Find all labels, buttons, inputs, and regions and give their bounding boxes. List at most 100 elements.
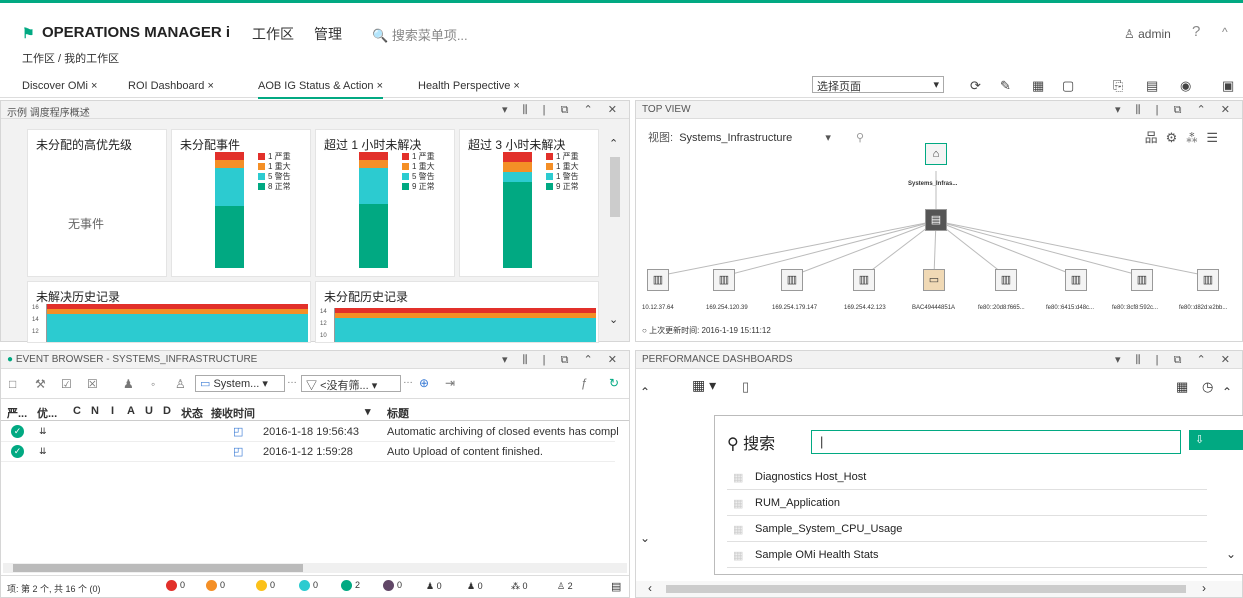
col-priority[interactable]: 优... — [37, 405, 57, 421]
print-icon[interactable]: ▣ — [1222, 78, 1234, 94]
col-received-time[interactable]: 接收时间 — [211, 405, 255, 421]
col-a[interactable]: A — [127, 405, 135, 417]
col-i[interactable]: I — [111, 405, 114, 417]
count-unknown[interactable]: 0 — [383, 580, 402, 592]
col-n[interactable]: N — [91, 405, 99, 417]
scroll-up-icon[interactable]: ⌃ — [609, 137, 618, 150]
function-icon[interactable]: ƒ — [581, 376, 588, 390]
export-icon[interactable]: ▤ — [1146, 78, 1158, 94]
col-c[interactable]: C — [73, 405, 81, 417]
group-icon[interactable]: ◦ — [151, 377, 155, 391]
menu-search[interactable]: 🔍 搜索菜单项... — [372, 25, 468, 44]
count-critical[interactable]: 0 — [166, 580, 185, 592]
scroll-up-icon[interactable]: ⌃ — [640, 385, 650, 399]
count-unassigned[interactable]: ♙ 2 — [557, 581, 573, 592]
count-normal[interactable]: 2 — [341, 580, 360, 592]
refresh-icon[interactable]: ⟳ — [970, 78, 981, 94]
user-filter-icon[interactable]: ♙ — [175, 377, 186, 391]
card-unresolved-1h[interactable]: 超过 1 小时未解决 1 严重 1 重大 5 警告 9 正常 — [315, 129, 455, 277]
tools-icon[interactable]: ⚒ — [35, 377, 46, 391]
tab-aob-ig-status[interactable]: AOB IG Status & Action × — [258, 80, 384, 99]
view-filter-select[interactable]: ▭ System... ▾ — [195, 375, 285, 392]
scroll-down-icon[interactable]: ⌄ — [1226, 547, 1236, 561]
collapse-button[interactable]: ^ — [1222, 25, 1228, 39]
search-icon[interactable]: ⊕ — [419, 376, 429, 390]
card-unassigned-events[interactable]: 未分配事件 1 严重 1 重大 5 警告 8 正常 — [171, 129, 311, 277]
scroll-thumb[interactable] — [610, 157, 620, 217]
help-button[interactable]: ? — [1192, 23, 1200, 40]
page-select[interactable]: 选择页面 ▾ — [812, 76, 944, 93]
nav-admin[interactable]: 管理 — [314, 24, 342, 44]
scrollbar[interactable]: ⌃ ⌄ — [607, 137, 623, 333]
host-node-icon[interactable]: ▥ — [713, 269, 735, 291]
more-button[interactable]: … — [403, 375, 413, 386]
card-unresolved-history[interactable]: 未解决历史记录 16 14 12 — [27, 281, 311, 343]
tab-roi-dashboard[interactable]: ROI Dashboard × — [128, 80, 214, 92]
tab-discover-omi[interactable]: Discover OMi × — [22, 80, 98, 92]
host-node-icon[interactable]: ▥ — [1065, 269, 1087, 291]
list-item[interactable]: ▦ RUM_Application — [727, 490, 1207, 516]
new-document-icon[interactable]: ▯ — [742, 379, 749, 395]
import-button[interactable]: ⇩ — [1189, 430, 1243, 450]
host-node-icon[interactable]: ▥ — [647, 269, 669, 291]
layout-icon[interactable]: ▦ — [1032, 78, 1044, 94]
close-event-icon[interactable]: ☑ — [61, 377, 72, 391]
card-unassigned-history[interactable]: 未分配历史记录 14 12 10 — [315, 281, 599, 343]
count-warning[interactable]: 0 — [299, 580, 318, 592]
details-icon[interactable]: ▤ — [611, 580, 621, 593]
panel-controls[interactable]: ▾ ⫼ | ⧉ ⌃ ✕ — [502, 103, 623, 117]
col-title[interactable]: 标题 — [387, 405, 409, 421]
horizontal-scrollbar[interactable] — [3, 563, 627, 573]
count-major[interactable]: 0 — [206, 580, 225, 592]
scroll-thumb[interactable] — [13, 564, 303, 572]
tab-health-perspective[interactable]: Health Perspective × — [418, 80, 520, 92]
col-state[interactable]: 状态 — [181, 405, 203, 421]
host-node-icon[interactable]: ▥ — [853, 269, 875, 291]
dashboard-grid-icon[interactable]: ▦ ▾ — [692, 377, 716, 394]
more-button[interactable]: … — [287, 375, 297, 386]
share-icon[interactable]: ⎘ — [1113, 78, 1123, 94]
calendar-icon[interactable]: ▦ — [1176, 379, 1188, 395]
count-group[interactable]: ♟ 0 — [467, 581, 483, 592]
user-menu[interactable]: ♙ admin — [1124, 27, 1171, 41]
host-node-icon[interactable]: ▥ — [1131, 269, 1153, 291]
dashboard-search-input[interactable]: | — [811, 430, 1181, 454]
scroll-down-icon[interactable]: ⌄ — [609, 313, 618, 326]
list-item[interactable]: ▦ Sample OMi Health Stats — [727, 542, 1207, 568]
scroll-right-icon[interactable]: › — [1202, 581, 1206, 595]
view-icon[interactable]: ◉ — [1180, 78, 1191, 94]
card-unresolved-3h[interactable]: 超过 3 小时未解决 1 严重 1 重大 1 警告 9 正常 — [459, 129, 599, 277]
server-node-icon[interactable]: ▤ — [925, 209, 947, 231]
root-node-icon[interactable]: ⌂ — [925, 143, 947, 165]
scroll-up-icon[interactable]: ⌃ — [1222, 385, 1232, 399]
assign-icon[interactable]: □ — [9, 377, 16, 391]
scroll-left-icon[interactable]: ‹ — [648, 581, 652, 595]
panel-controls[interactable]: ▾ ⫼ | ⧉ ⌃ ✕ — [1115, 353, 1236, 367]
col-d[interactable]: D — [163, 405, 171, 417]
col-severity[interactable]: 严... — [7, 405, 27, 421]
panel-controls[interactable]: ▾ ⫼ | ⧉ ⌃ ✕ — [502, 353, 623, 367]
list-item[interactable]: ▦ Diagnostics Host_Host — [727, 464, 1207, 490]
clock-icon[interactable]: ◷ — [1202, 379, 1213, 395]
table-row[interactable]: ✓ ⇊ ◰ 2016-1-12 1:59:28 Auto Upload of c… — [1, 442, 615, 462]
col-u[interactable]: U — [145, 405, 153, 417]
host-node-icon[interactable]: ▥ — [995, 269, 1017, 291]
card-unassigned-high[interactable]: 未分配的高优先级 无事件 — [27, 129, 167, 277]
event-filter-select[interactable]: ▽ <没有筛... ▾ — [301, 375, 401, 392]
list-item[interactable]: ▦ Sample_System_CPU_Usage — [727, 516, 1207, 542]
new-page-icon[interactable]: ▢ — [1062, 78, 1074, 94]
host-node-icon[interactable]: ▥ — [1197, 269, 1219, 291]
scroll-down-icon[interactable]: ⌄ — [640, 531, 650, 545]
edit-page-icon[interactable]: ✎ — [1000, 78, 1011, 94]
nav-workspace[interactable]: 工作区 — [252, 24, 294, 44]
host-node-icon[interactable]: ▭ — [923, 269, 945, 291]
count-escalated[interactable]: ⁂ 0 — [511, 581, 528, 592]
count-assigned[interactable]: ♟ 0 — [426, 581, 442, 592]
owner-icon[interactable]: ♟ — [123, 377, 134, 391]
count-minor[interactable]: 0 — [256, 580, 275, 592]
reopen-icon[interactable]: ☒ — [87, 377, 98, 391]
export-icon[interactable]: ⇥ — [445, 376, 455, 390]
table-row[interactable]: ✓ ⇊ ◰ 2016-1-18 19:56:43 Automatic archi… — [1, 422, 619, 442]
refresh-icon[interactable]: ↻ — [609, 376, 619, 390]
host-node-icon[interactable]: ▥ — [781, 269, 803, 291]
